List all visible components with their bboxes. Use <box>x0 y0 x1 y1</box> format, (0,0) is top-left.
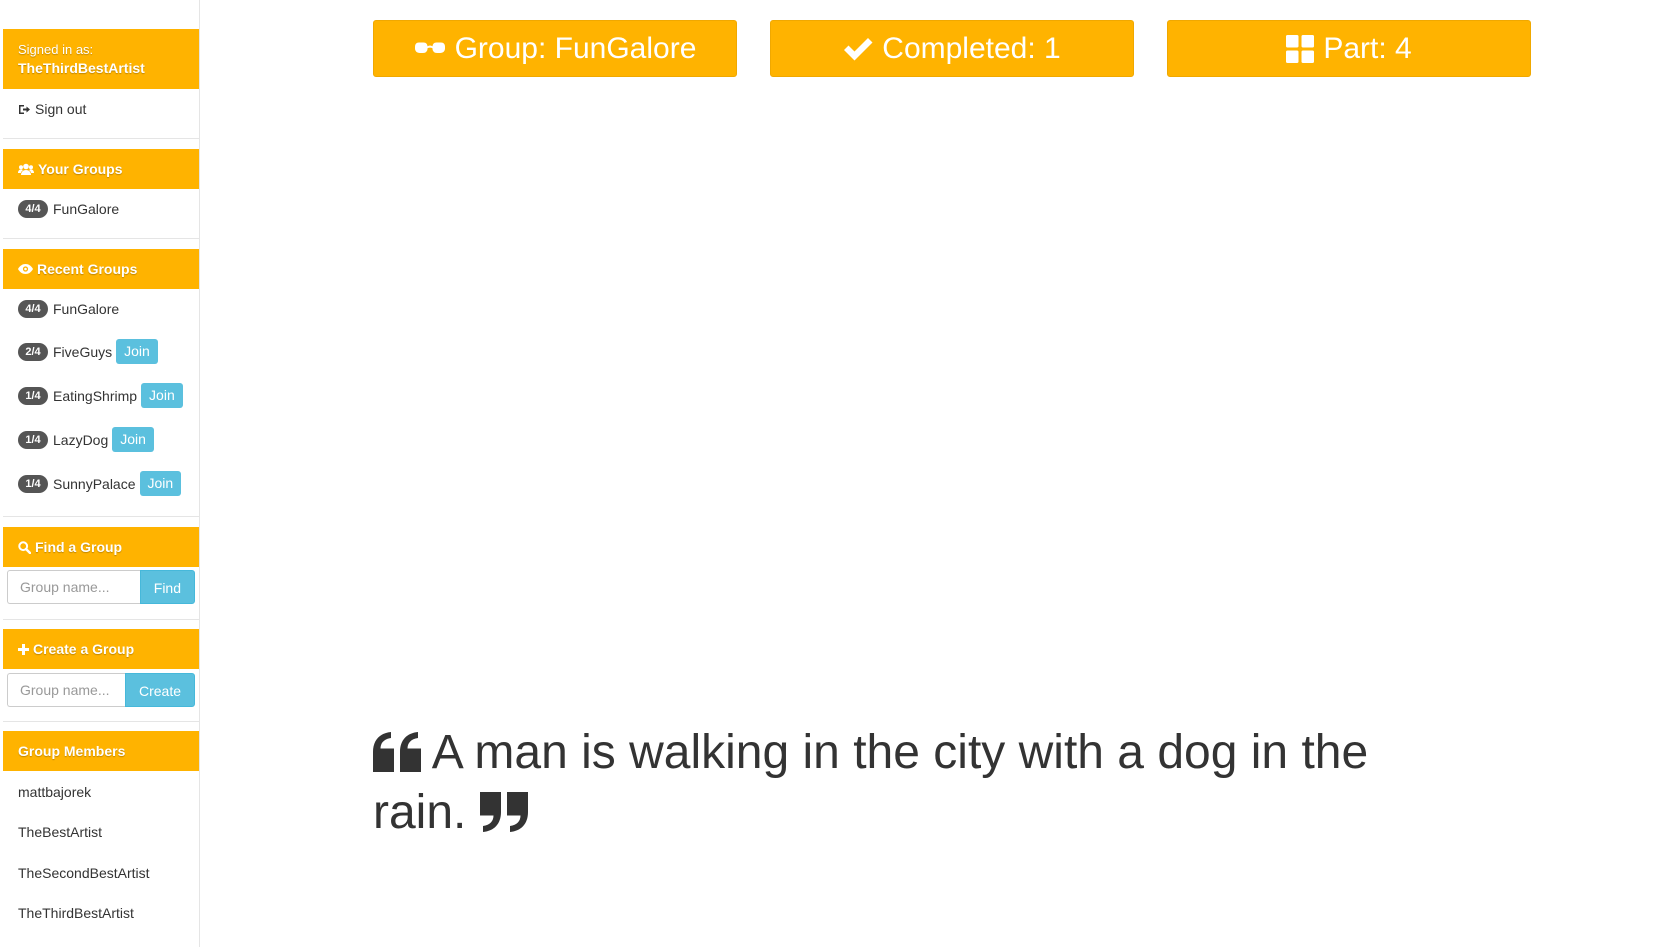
create-group-header: Create a Group <box>3 629 199 669</box>
find-button[interactable]: Find <box>139 570 195 604</box>
group-name: LazyDog <box>53 431 109 448</box>
your-group-item[interactable]: 4/4 FunGalore <box>18 200 119 218</box>
create-group-title: Create a Group <box>33 641 135 657</box>
sidebar: Signed in as: TheThirdBestArtist Sign ou… <box>0 0 200 947</box>
your-groups-header: Your Groups <box>3 149 199 189</box>
member-count-badge: 1/4 <box>18 474 48 493</box>
group-name: SunnyPalace <box>53 475 136 492</box>
sign-out-label: Sign out <box>35 101 87 117</box>
check-icon <box>843 37 873 61</box>
divider <box>3 138 199 139</box>
group-button[interactable]: Group: FunGalore <box>373 20 737 77</box>
group-member: mattbajorek <box>18 784 92 800</box>
recent-group-item[interactable]: 1/4 SunnyPalace Join <box>18 471 182 496</box>
join-button[interactable]: Join <box>112 427 154 452</box>
eye-icon <box>18 264 33 274</box>
your-groups-title: Your Groups <box>38 161 123 177</box>
glasses-icon <box>414 41 446 57</box>
divider <box>3 721 199 722</box>
recent-group-item[interactable]: 2/4 FiveGuys Join <box>18 339 158 364</box>
group-member: TheThirdBestArtist <box>18 905 134 921</box>
find-group-input[interactable] <box>7 570 140 604</box>
plus-icon <box>18 643 29 655</box>
sign-out-icon <box>18 104 30 115</box>
create-button[interactable]: Create <box>124 673 195 707</box>
username: TheThirdBestArtist <box>18 60 145 76</box>
completed-button[interactable]: Completed: 1 <box>770 20 1134 77</box>
group-name: EatingShrimp <box>53 387 138 404</box>
group-member: TheSecondBestArtist <box>18 865 150 881</box>
find-group-form: Find <box>7 570 195 604</box>
users-icon <box>18 163 34 176</box>
member-count-badge: 4/4 <box>18 200 48 218</box>
grid-icon <box>1286 34 1315 63</box>
prompt-quote: A man is walking in the city with a dog … <box>373 725 1453 845</box>
group-name: FiveGuys <box>53 343 113 360</box>
member-count-badge: 1/4 <box>18 430 48 449</box>
join-button[interactable]: Join <box>116 339 158 364</box>
recent-group-item[interactable]: 4/4 FunGalore <box>18 300 119 318</box>
divider <box>3 516 199 517</box>
divider <box>3 619 199 620</box>
find-group-header: Find a Group <box>3 527 199 567</box>
group-name: FunGalore <box>53 301 120 317</box>
recent-groups-title: Recent Groups <box>37 261 138 277</box>
create-group-form: Create <box>7 673 195 707</box>
create-group-input[interactable] <box>7 673 125 707</box>
sign-out-link[interactable]: Sign out <box>18 101 86 117</box>
join-button[interactable]: Join <box>141 383 183 408</box>
recent-group-item[interactable]: 1/4 EatingShrimp Join <box>18 383 183 408</box>
member-count-badge: 1/4 <box>18 386 48 405</box>
group-member: TheBestArtist <box>18 824 103 840</box>
join-button[interactable]: Join <box>139 471 182 496</box>
member-count-badge: 2/4 <box>18 342 48 361</box>
find-group-title: Find a Group <box>35 539 123 555</box>
signed-in-label: Signed in as: <box>18 42 94 57</box>
group-members-header: Group Members <box>3 731 199 771</box>
search-icon <box>18 540 31 554</box>
group-members-title: Group Members <box>18 743 126 759</box>
recent-group-item[interactable]: 1/4 LazyDog Join <box>18 427 154 452</box>
completed-label: Completed: 1 <box>882 31 1061 65</box>
divider <box>3 238 199 239</box>
member-count-badge: 4/4 <box>18 300 48 318</box>
quote-right-icon <box>479 789 528 845</box>
part-label: Part: 4 <box>1323 31 1412 65</box>
group-label: Group: FunGalore <box>454 31 697 65</box>
signed-in-panel: Signed in as: TheThirdBestArtist <box>3 29 199 89</box>
recent-groups-header: Recent Groups <box>3 249 199 289</box>
quote-left-icon <box>373 729 421 785</box>
part-button[interactable]: Part: 4 <box>1167 20 1531 77</box>
group-name: FunGalore <box>53 201 120 217</box>
